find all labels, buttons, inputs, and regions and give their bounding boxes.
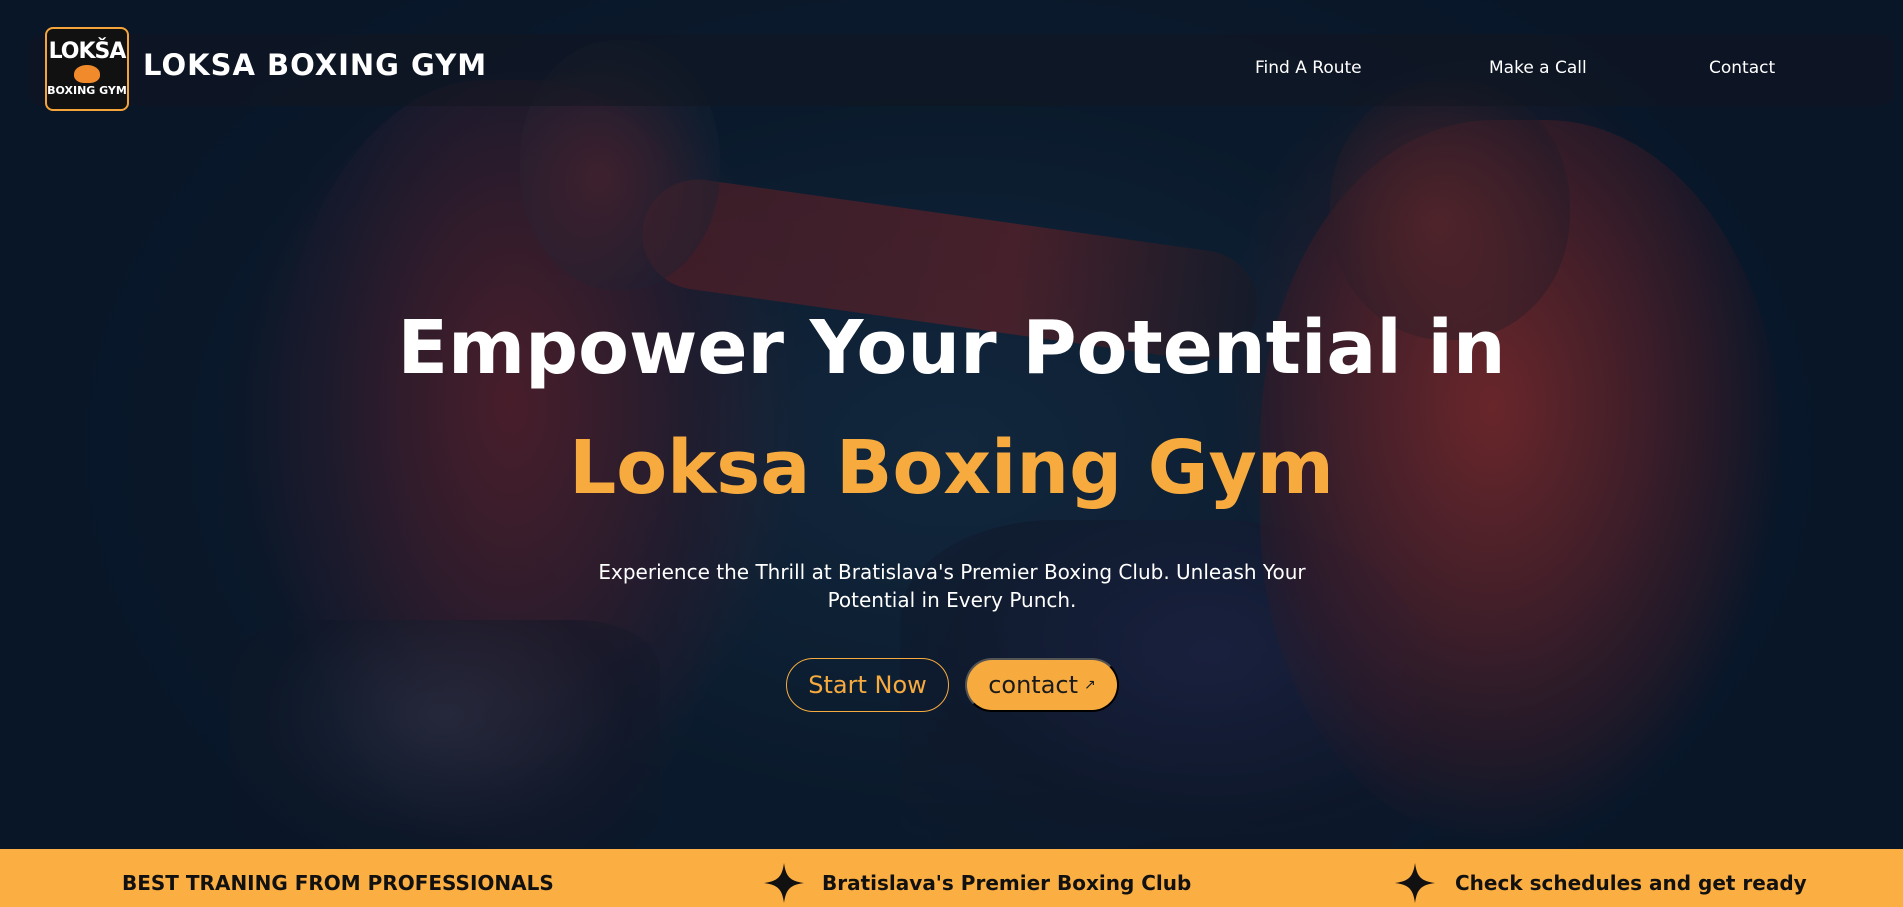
logo-text-top: LOKŠA [48,39,127,64]
start-now-label: Start Now [808,671,927,699]
strip-item-schedules: Check schedules and get ready [1455,871,1807,895]
sparkle-star-icon [764,863,804,903]
logo-text-bottom: BOXING GYM [47,84,127,97]
hero-subtext: Experience the Thrill at Bratislava's Pr… [598,560,1306,612]
marquee-strip: BEST TRANING FROM PROFESSIONALS Bratisla… [0,849,1903,907]
nav-make-a-call[interactable]: Make a Call [1489,58,1587,78]
contact-button-label: contact [988,671,1079,699]
strip-item-premier-club: Bratislava's Premier Boxing Club [822,871,1192,895]
hero-headline-accent: Loksa Boxing Gym [569,425,1334,511]
contact-button[interactable]: contact ↗ [965,658,1119,712]
strip-item-professionals: BEST TRANING FROM PROFESSIONALS [122,871,554,895]
logo[interactable]: LOKŠA BOXING GYM [45,27,129,111]
boxing-glove-icon [74,65,100,83]
nav-find-a-route[interactable]: Find A Route [1255,58,1362,78]
brand-name[interactable]: LOKSA BOXING GYM [143,48,487,82]
arrow-up-right-icon: ↗ [1084,677,1096,693]
start-now-button[interactable]: Start Now [786,658,949,712]
nav-contact[interactable]: Contact [1709,58,1775,78]
sparkle-star-icon [1395,863,1435,903]
hero-headline: Empower Your Potential in [397,305,1506,391]
